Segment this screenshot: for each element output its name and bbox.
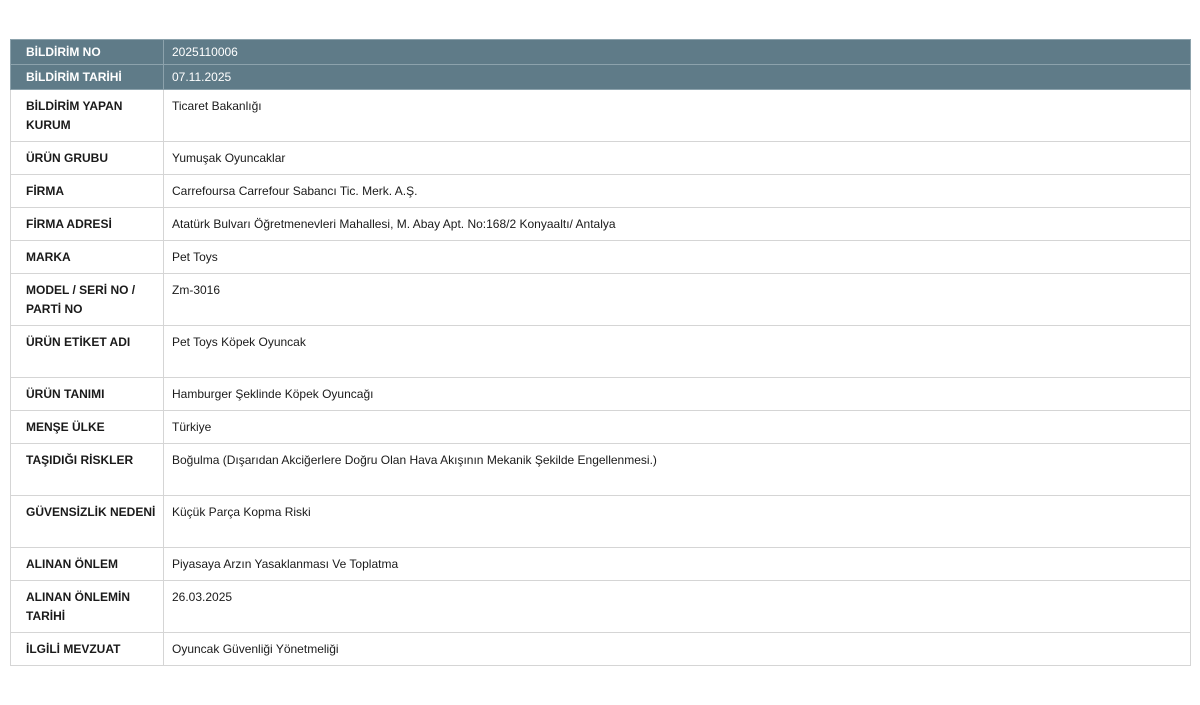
row-value: Türkiye [163,410,1191,444]
row-brand: MARKA Pet Toys [10,240,1191,274]
row-value: Küçük Parça Kopma Riski [163,495,1191,548]
row-measure-taken: ALINAN ÖNLEM Piyasaya Arzın Yasaklanması… [10,547,1191,581]
row-unsafety-reason: GÜVENSİZLİK NEDENİ Küçük Parça Kopma Ris… [10,495,1191,548]
row-label: FİRMA ADRESİ [10,207,164,241]
row-product-label-name: ÜRÜN ETİKET ADI Pet Toys Köpek Oyuncak [10,325,1191,378]
row-value: Boğulma (Dışarıdan Akciğerlere Doğru Ola… [163,443,1191,496]
row-country-of-origin: MENŞE ÜLKE Türkiye [10,410,1191,444]
row-value: Piyasaya Arzın Yasaklanması Ve Toplatma [163,547,1191,581]
row-measure-date: ALINAN ÖNLEMİN TARİHİ 26.03.2025 [10,580,1191,633]
notification-info-table: BİLDİRİM NO 2025110006 BİLDİRİM TARİHİ 0… [10,39,1191,666]
row-label: ÜRÜN ETİKET ADI [10,325,164,378]
row-label: MARKA [10,240,164,274]
row-label: TAŞIDIĞI RİSKLER [10,443,164,496]
row-product-group: ÜRÜN GRUBU Yumuşak Oyuncaklar [10,141,1191,175]
row-value: Carrefoursa Carrefour Sabancı Tic. Merk.… [163,174,1191,208]
row-related-legislation: İLGİLİ MEVZUAT Oyuncak Güvenliği Yönetme… [10,632,1191,666]
row-label: FİRMA [10,174,164,208]
row-value: Atatürk Bulvarı Öğretmenevleri Mahallesi… [163,207,1191,241]
row-risks: TAŞIDIĞI RİSKLER Boğulma (Dışarıdan Akci… [10,443,1191,496]
row-label: BİLDİRİM NO [10,39,164,65]
row-value: 26.03.2025 [163,580,1191,633]
row-label: BİLDİRİM YAPAN KURUM [10,89,164,142]
row-label: ÜRÜN TANIMI [10,377,164,411]
row-label: GÜVENSİZLİK NEDENİ [10,495,164,548]
row-label: MODEL / SERİ NO / PARTİ NO [10,273,164,326]
row-value: 2025110006 [163,39,1191,65]
row-value: Pet Toys [163,240,1191,274]
row-model-serial-lot: MODEL / SERİ NO / PARTİ NO Zm-3016 [10,273,1191,326]
row-value: Pet Toys Köpek Oyuncak [163,325,1191,378]
row-label: BİLDİRİM TARİHİ [10,64,164,90]
row-company-address: FİRMA ADRESİ Atatürk Bulvarı Öğretmenevl… [10,207,1191,241]
row-label: İLGİLİ MEVZUAT [10,632,164,666]
row-value: Zm-3016 [163,273,1191,326]
row-label: ALINAN ÖNLEM [10,547,164,581]
row-product-description: ÜRÜN TANIMI Hamburger Şeklinde Köpek Oyu… [10,377,1191,411]
row-notification-date: BİLDİRİM TARİHİ 07.11.2025 [10,64,1191,90]
row-value: Ticaret Bakanlığı [163,89,1191,142]
row-notification-no: BİLDİRİM NO 2025110006 [10,39,1191,65]
row-label: MENŞE ÜLKE [10,410,164,444]
row-reporting-institution: BİLDİRİM YAPAN KURUM Ticaret Bakanlığı [10,89,1191,142]
row-value: Oyuncak Güvenliği Yönetmeliği [163,632,1191,666]
row-label: ÜRÜN GRUBU [10,141,164,175]
row-value: Hamburger Şeklinde Köpek Oyuncağı [163,377,1191,411]
row-label: ALINAN ÖNLEMİN TARİHİ [10,580,164,633]
row-value: Yumuşak Oyuncaklar [163,141,1191,175]
row-company: FİRMA Carrefoursa Carrefour Sabancı Tic.… [10,174,1191,208]
notification-detail: BİLDİRİM NO 2025110006 BİLDİRİM TARİHİ 0… [10,39,1191,666]
row-value: 07.11.2025 [163,64,1191,90]
